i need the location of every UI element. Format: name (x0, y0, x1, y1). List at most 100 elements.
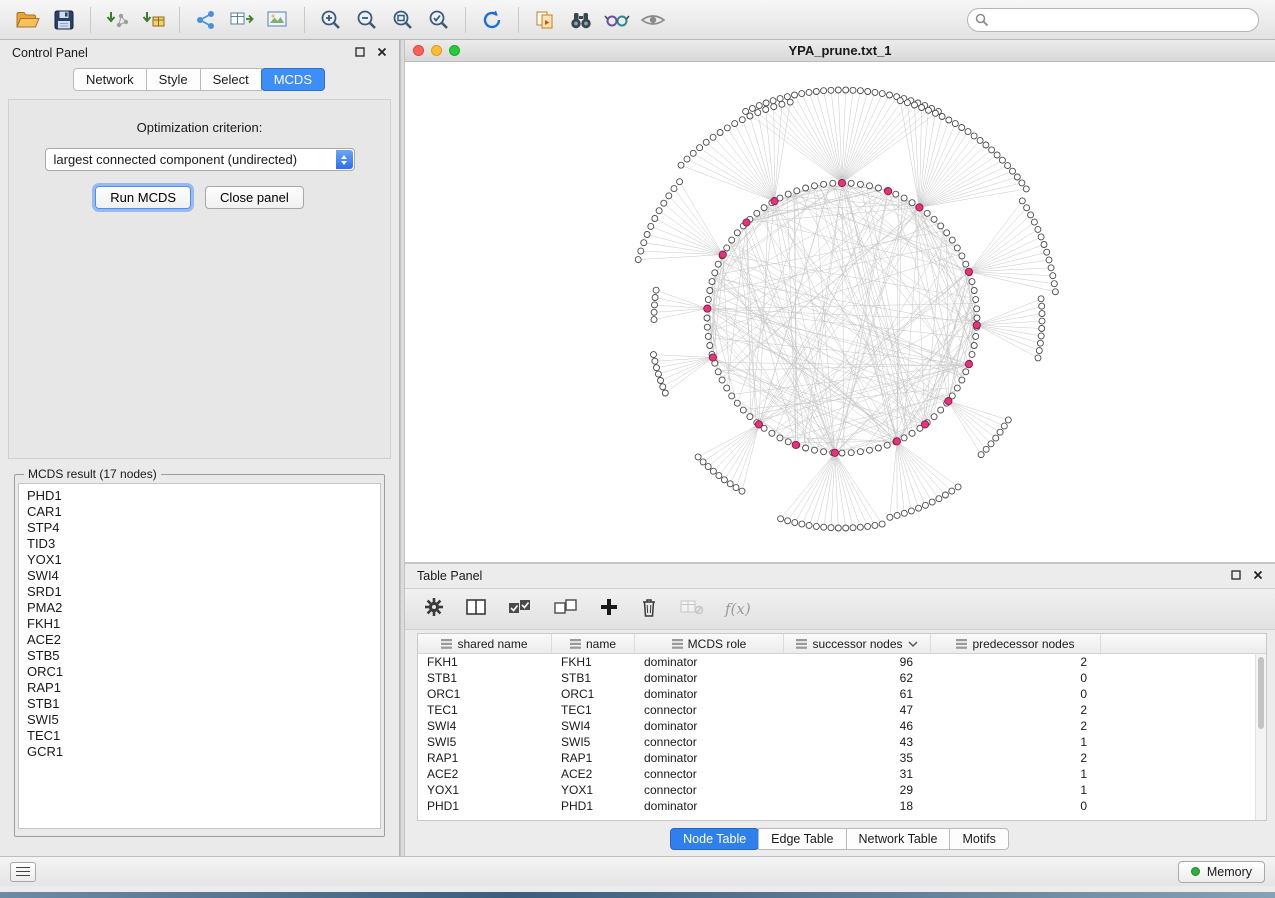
mcds-result-item[interactable]: TEC1 (27, 728, 372, 744)
mcds-result-item[interactable]: SWI4 (27, 568, 372, 584)
import-table-button[interactable] (135, 5, 171, 35)
window-minimize-icon[interactable] (431, 45, 442, 56)
table-cell: 35 (784, 751, 931, 765)
table-panel: Table Panel (405, 562, 1275, 856)
table-row[interactable]: ORC1ORC1dominator610 (418, 686, 1266, 702)
mcds-result-item[interactable]: RAP1 (27, 680, 372, 696)
table-row[interactable]: FKH1FKH1dominator962 (418, 654, 1266, 670)
tab-network-table[interactable]: Network Table (846, 828, 951, 850)
mcds-result-list[interactable]: PHD1CAR1STP4TID3YOX1SWI4SRD1PMA2FKH1ACE2… (18, 483, 381, 829)
table-cell: FKH1 (552, 655, 635, 669)
mcds-result-item[interactable]: PHD1 (27, 488, 372, 504)
float-panel-icon[interactable] (355, 46, 365, 60)
network-graph[interactable] (405, 62, 1275, 562)
close-table-panel-icon[interactable] (1253, 569, 1263, 583)
table-cell: connector (635, 767, 784, 781)
mcds-result-item[interactable]: YOX1 (27, 552, 372, 568)
select-all-button[interactable] (507, 597, 533, 622)
table-row[interactable]: PHD1PHD1dominator180 (418, 798, 1266, 814)
close-mcds-panel-button[interactable]: Close panel (205, 186, 304, 209)
window-maximize-icon[interactable] (449, 45, 460, 56)
column-header-successor-nodes[interactable]: successor nodes (784, 634, 931, 653)
column-header-mcds-role[interactable]: MCDS role (635, 634, 784, 653)
status-menu-button[interactable] (10, 862, 36, 882)
table-settings-button[interactable] (423, 596, 445, 623)
mcds-result-item[interactable]: STB5 (27, 648, 372, 664)
deselect-all-button[interactable] (553, 597, 579, 622)
search-network-button[interactable] (563, 5, 599, 35)
zoom-in-icon (319, 8, 343, 32)
table-cell: dominator (635, 671, 784, 685)
table-row[interactable]: STB1STB1dominator620 (418, 670, 1266, 686)
scrollbar-thumb[interactable] (1258, 657, 1264, 729)
table-row[interactable]: YOX1YOX1connector291 (418, 782, 1266, 798)
zoom-fit-button[interactable] (385, 5, 421, 35)
import-network-button[interactable] (99, 5, 135, 35)
mcds-result-item[interactable]: CAR1 (27, 504, 372, 520)
table-row[interactable]: ACE2ACE2connector311 (418, 766, 1266, 782)
save-session-button[interactable] (46, 5, 82, 35)
control-panel-title: Control Panel (12, 46, 88, 60)
column-header-name[interactable]: name (552, 634, 635, 653)
zoom-selected-button[interactable] (421, 5, 457, 35)
add-column-button[interactable] (599, 597, 619, 622)
mcds-result-item[interactable]: FKH1 (27, 616, 372, 632)
column-sort-icon (796, 639, 807, 649)
memory-status-icon (1191, 867, 1200, 876)
column-sort-icon (441, 639, 452, 649)
mcds-result-item[interactable]: GCR1 (27, 744, 372, 760)
delete-column-button[interactable] (639, 596, 659, 623)
export-image-icon (266, 9, 290, 31)
close-panel-icon[interactable] (377, 46, 387, 60)
export-image-button[interactable] (260, 5, 296, 35)
show-columns-button[interactable] (465, 597, 487, 622)
tab-style[interactable]: Style (146, 68, 201, 91)
column-header-shared-name[interactable]: shared name (418, 634, 552, 653)
table-cell: ORC1 (552, 687, 635, 701)
table-cell: SWI5 (418, 735, 552, 749)
zoom-in-button[interactable] (313, 5, 349, 35)
mcds-result-item[interactable]: STP4 (27, 520, 372, 536)
tab-network[interactable]: Network (73, 68, 147, 91)
export-table-button[interactable] (224, 5, 260, 35)
run-mcds-button[interactable]: Run MCDS (95, 186, 191, 209)
table-cell: RAP1 (552, 751, 635, 765)
memory-button[interactable]: Memory (1178, 861, 1265, 883)
mcds-result-item[interactable]: STB1 (27, 696, 372, 712)
open-file-button[interactable] (10, 5, 46, 35)
tab-motifs[interactable]: Motifs (949, 828, 1008, 850)
mcds-result-item[interactable]: PMA2 (27, 600, 372, 616)
memory-button-label: Memory (1207, 865, 1252, 879)
copy-network-button[interactable] (527, 5, 563, 35)
tab-edge-table[interactable]: Edge Table (758, 828, 846, 850)
table-row[interactable]: SWI4SWI4dominator462 (418, 718, 1266, 734)
float-table-panel-icon[interactable] (1231, 569, 1241, 583)
table-row[interactable]: RAP1RAP1dominator352 (418, 750, 1266, 766)
zoom-out-button[interactable] (349, 5, 385, 35)
table-scrollbar[interactable] (1255, 654, 1266, 820)
window-close-icon[interactable] (413, 45, 424, 56)
table-row[interactable]: TEC1TEC1connector472 (418, 702, 1266, 718)
tab-mcds[interactable]: MCDS (261, 68, 325, 91)
chevron-down-icon (908, 640, 918, 648)
tab-node-table[interactable]: Node Table (670, 828, 759, 850)
mcds-result-item[interactable]: TID3 (27, 536, 372, 552)
table-cell: dominator (635, 719, 784, 733)
hide-selected-button[interactable] (599, 5, 635, 35)
table-body: FKH1FKH1dominator962STB1STB1dominator620… (418, 654, 1266, 814)
mcds-result-item[interactable]: ORC1 (27, 664, 372, 680)
search-input[interactable] (967, 8, 1259, 32)
refresh-button[interactable] (474, 5, 510, 35)
optimization-criterion-select[interactable]: largest connected component (undirected) (45, 148, 355, 171)
export-network-button[interactable] (188, 5, 224, 35)
table-cell: FKH1 (418, 655, 552, 669)
table-row[interactable]: SWI5SWI5connector431 (418, 734, 1266, 750)
table-cell: 47 (784, 703, 931, 717)
show-details-button[interactable] (635, 5, 671, 35)
mcds-result-item[interactable]: ACE2 (27, 632, 372, 648)
tab-select[interactable]: Select (200, 68, 262, 91)
column-header-predecessor-nodes[interactable]: predecessor nodes (931, 634, 1101, 653)
mcds-result-item[interactable]: SRD1 (27, 584, 372, 600)
table-cell: PHD1 (552, 799, 635, 813)
mcds-result-item[interactable]: SWI5 (27, 712, 372, 728)
